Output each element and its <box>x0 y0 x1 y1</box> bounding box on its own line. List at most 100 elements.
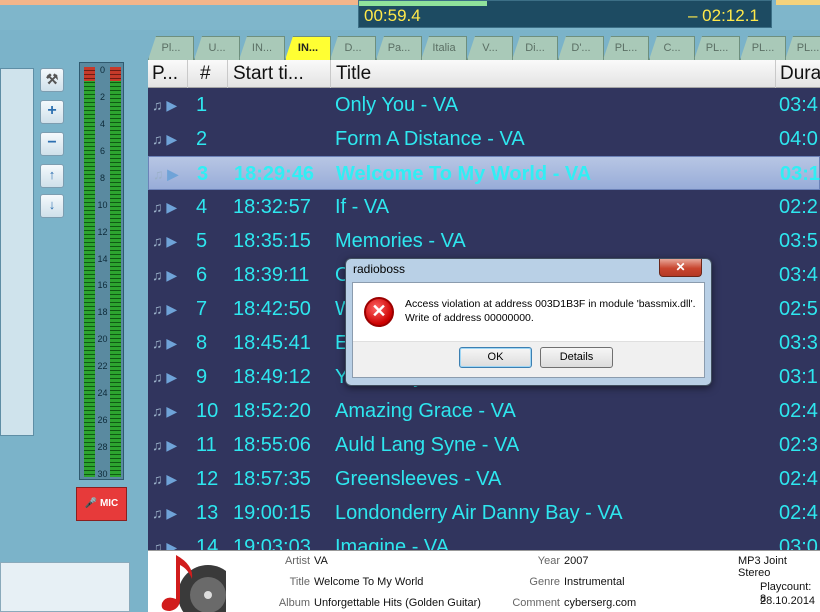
track-duration: 02:4 <box>779 468 818 490</box>
track-number: 4 <box>196 196 208 218</box>
ok-button[interactable]: OK <box>459 347 532 368</box>
details-button[interactable]: Details <box>540 347 613 368</box>
vu-scale-label: 14 <box>97 253 108 264</box>
tab[interactable]: C... <box>649 36 695 60</box>
playlist-row[interactable]: ♫ ▶ 5 18:35:15 Memories - VA 03:5 <box>148 224 820 258</box>
tab[interactable]: Italia <box>421 36 467 60</box>
tab[interactable]: IN... <box>239 36 285 60</box>
column-header-title[interactable]: Title <box>332 60 776 88</box>
playlist-row[interactable]: ♫ ▶ 14 19:03:03 Imagine - VA 03:0 <box>148 530 820 550</box>
track-title: Form A Distance - VA <box>335 128 525 150</box>
track-duration: 02:5 <box>779 298 818 320</box>
play-arrow-icon: ▶ <box>166 97 178 113</box>
mic-button[interactable]: 🎤 MIC <box>76 487 127 521</box>
track-note-icon: ♫ ▶ <box>152 267 178 283</box>
microphone-icon: 🎤 <box>84 498 98 509</box>
play-arrow-icon: ▶ <box>166 437 178 453</box>
tab[interactable]: D... <box>330 36 376 60</box>
column-header-p[interactable]: P... <box>148 60 188 88</box>
mic-label: MIC <box>99 498 119 509</box>
tab[interactable]: Di... <box>512 36 558 60</box>
tab[interactable]: D'... <box>558 36 604 60</box>
vu-scale-label: 26 <box>97 415 108 426</box>
playlist-header: P... # Start ti... Title Dura <box>148 60 820 88</box>
track-number: 3 <box>197 163 209 185</box>
column-header-number[interactable]: # <box>196 60 228 88</box>
playlist-row-current[interactable]: ♫ ▶ 3 18:29:46 Welcome To My World - VA 03:1 <box>148 156 820 190</box>
plus-icon: + <box>47 102 57 119</box>
track-number: 11 <box>196 434 217 456</box>
playlist-row[interactable]: ♫ ▶ 12 18:57:35 Greensleeves - VA 02:4 <box>148 462 820 496</box>
playlist-row[interactable]: ♫ ▶ 1 Only You - VA 03:4 <box>148 88 820 122</box>
dialog-title: radioboss <box>353 262 406 276</box>
track-number: 7 <box>196 298 208 320</box>
column-header-duration[interactable]: Dura <box>776 60 820 88</box>
track-note-icon: ♫ ▶ <box>152 437 178 453</box>
vu-scale-label: 20 <box>97 334 108 345</box>
year-value: 2007 <box>564 555 589 567</box>
tab[interactable]: Pa... <box>376 36 422 60</box>
tab[interactable]: PL... <box>603 36 649 60</box>
track-duration: 02:2 <box>779 196 818 218</box>
tab[interactable]: PL... <box>740 36 786 60</box>
tab[interactable]: PL... <box>694 36 740 60</box>
dialog-close-button[interactable]: ✕ <box>659 259 702 277</box>
track-duration: 03:0 <box>779 536 818 550</box>
track-title: Auld Lang Syne - VA <box>335 434 520 456</box>
tools-button[interactable]: ⚒ <box>40 68 64 92</box>
track-duration: 02:4 <box>779 400 818 422</box>
play-arrow-icon: ▶ <box>166 267 178 283</box>
track-duration: 03:1 <box>780 163 820 185</box>
remove-track-button[interactable]: − <box>40 132 64 156</box>
genre-label: Genre <box>529 576 560 588</box>
play-arrow-icon: ▶ <box>166 539 178 550</box>
track-start-time: 18:57:35 <box>233 468 311 490</box>
play-arrow-icon: ▶ <box>166 471 178 487</box>
track-start-time: 18:39:11 <box>233 264 310 286</box>
track-start-time: 18:35:15 <box>233 230 311 252</box>
track-note-icon: ♫ ▶ <box>152 97 178 113</box>
close-icon: ✕ <box>675 260 686 274</box>
album-label: Album <box>278 597 310 609</box>
tools-icon: ⚒ <box>45 71 59 87</box>
vu-scale-label: 22 <box>97 361 108 372</box>
track-start-time: 18:32:57 <box>233 196 311 218</box>
error-dialog: radioboss ✕ ✕ Access violation at addres… <box>345 258 712 386</box>
track-start-time: 19:00:15 <box>233 502 311 524</box>
track-note-icon: ♫ ▶ <box>152 233 178 249</box>
tab[interactable]: V... <box>467 36 513 60</box>
track-start-time: 18:42:50 <box>233 298 311 320</box>
column-header-start-time[interactable]: Start ti... <box>229 60 331 88</box>
track-note-icon: ♫ ▶ <box>152 505 178 521</box>
move-up-button[interactable]: ↑ <box>40 164 64 188</box>
playlist-row[interactable]: ♫ ▶ 11 18:55:06 Auld Lang Syne - VA 02:3 <box>148 428 820 462</box>
year-label: Year <box>537 555 560 567</box>
tab[interactable]: PL... <box>785 36 820 60</box>
tab-active[interactable]: IN... <box>285 36 331 60</box>
track-number: 14 <box>196 536 219 550</box>
track-note-icon: ♫ ▶ <box>152 301 178 317</box>
add-track-button[interactable]: + <box>40 100 64 124</box>
track-duration: 03:5 <box>779 230 818 252</box>
tab[interactable]: U... <box>194 36 240 60</box>
track-note-icon: ♫ ▶ <box>153 166 179 182</box>
playlist-row[interactable]: ♫ ▶ 13 19:00:15 Londonderry Air Danny Bay -… <box>148 496 820 530</box>
move-down-button[interactable]: ↓ <box>40 194 64 218</box>
vu-scale-label: 12 <box>97 226 108 237</box>
playlist-row[interactable]: ♫ ▶ 2 Form A Distance - VA 04:0 <box>148 122 820 156</box>
title-value: Welcome To My World <box>314 576 424 588</box>
track-duration: 03:3 <box>779 332 818 354</box>
vu-scale-label: 24 <box>97 388 108 399</box>
vu-scale-label: 18 <box>97 307 108 318</box>
track-start-time: 18:29:46 <box>234 163 315 185</box>
left-panel <box>0 68 34 436</box>
playlist-row[interactable]: ♫ ▶ 4 18:32:57 If - VA 02:2 <box>148 190 820 224</box>
tab[interactable]: Pl... <box>148 36 194 60</box>
play-arrow-icon: ▶ <box>166 369 178 385</box>
play-arrow-icon: ▶ <box>166 505 178 521</box>
vu-scale-label: 2 <box>99 91 105 102</box>
playlist-row[interactable]: ♫ ▶ 10 18:52:20 Amazing Grace - VA 02:4 <box>148 394 820 428</box>
top-right-strip <box>776 0 820 5</box>
title-label: Title <box>289 576 310 588</box>
track-title: Greensleeves - VA <box>335 468 502 490</box>
